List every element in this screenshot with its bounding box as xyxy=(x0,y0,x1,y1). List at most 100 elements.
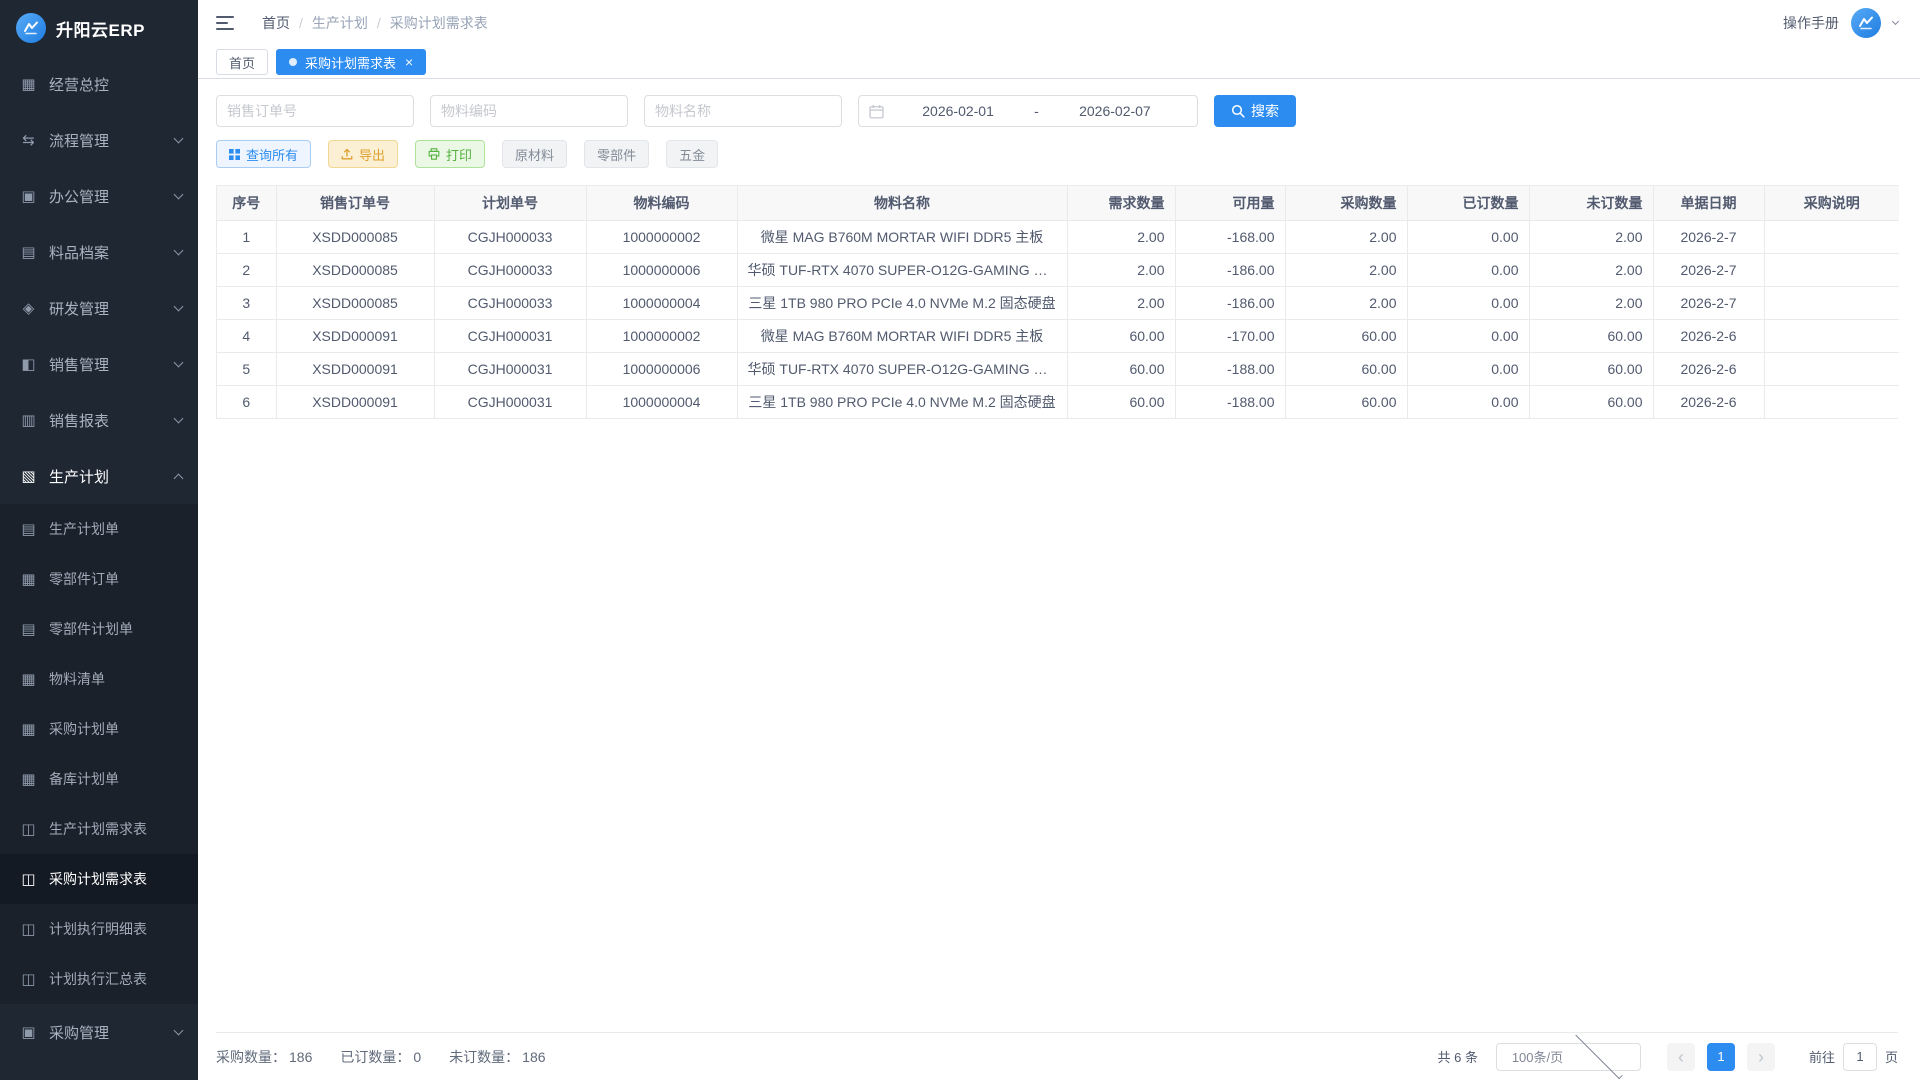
sales-order-input[interactable] xyxy=(216,95,414,127)
next-page-button[interactable]: › xyxy=(1747,1043,1775,1071)
sidebar-subitem-3[interactable]: ▦物料清单 xyxy=(0,654,198,704)
table-cell: -168.00 xyxy=(1175,220,1285,253)
doc-icon: ▤ xyxy=(20,620,37,638)
table-row[interactable]: 5XSDD000091CGJH0000311000000006华硕 TUF-RT… xyxy=(217,352,1899,385)
table-cell: 60.00 xyxy=(1067,319,1175,352)
sidebar-item-3[interactable]: ▤料品档案 xyxy=(0,224,198,280)
sidebar-subitem-2[interactable]: ▤零部件计划单 xyxy=(0,604,198,654)
sidebar-subitem-7[interactable]: ◫采购计划需求表 xyxy=(0,854,198,904)
sidebar-subitem-5[interactable]: ▦备库计划单 xyxy=(0,754,198,804)
sidebar-item-label: 研发管理 xyxy=(49,298,175,319)
sidebar-subitem-label: 计划执行明细表 xyxy=(49,919,182,939)
table-row[interactable]: 2XSDD000085CGJH0000331000000006华硕 TUF-RT… xyxy=(217,253,1899,286)
sidebar-item-label: 料品档案 xyxy=(49,242,175,263)
table-cell: 2 xyxy=(217,253,276,286)
sidebar-item-label: 流程管理 xyxy=(49,130,175,151)
sidebar-item-6[interactable]: ▥销售报表 xyxy=(0,392,198,448)
collapse-sidebar-icon[interactable] xyxy=(216,15,236,31)
table-cell: 60.00 xyxy=(1529,352,1653,385)
export-button[interactable]: 导出 xyxy=(328,140,398,168)
grid-icon xyxy=(229,149,240,160)
sidebar-subitem-9[interactable]: ◫ 计划执行汇总表 xyxy=(0,954,198,1004)
table-row[interactable]: 6XSDD000091CGJH0000311000000004三星 1TB 98… xyxy=(217,385,1899,418)
app-title: 升阳云ERP xyxy=(56,16,145,41)
stat-ordered-qty: 已订数量：0 xyxy=(340,1047,421,1067)
sidebar: 升阳云ERP ▦经营总控⇆流程管理▣办公管理▤料品档案◈研发管理◧销售管理▥销售… xyxy=(0,0,198,1080)
goto-suffix: 页 xyxy=(1885,1047,1898,1066)
table-cell: 0.00 xyxy=(1407,352,1529,385)
date-range-picker[interactable]: 2026-02-01 - 2026-02-07 xyxy=(858,95,1198,127)
breadcrumb-production-plan[interactable]: 生产计划 xyxy=(312,13,368,33)
raw-material-button[interactable]: 原材料 xyxy=(502,140,567,168)
sidebar-subitem-8[interactable]: ◫计划执行明细表 xyxy=(0,904,198,954)
tab-close-icon[interactable]: × xyxy=(405,55,413,69)
material-code-input[interactable] xyxy=(430,95,628,127)
report-icon: ▥ xyxy=(20,411,37,429)
prev-page-button[interactable]: ‹ xyxy=(1667,1043,1695,1071)
table-cell: 2.00 xyxy=(1285,253,1407,286)
tab-label: 首页 xyxy=(229,53,255,72)
user-menu-caret-icon[interactable] xyxy=(1892,17,1899,24)
sidebar-item-1[interactable]: ⇆流程管理 xyxy=(0,112,198,168)
parts-button[interactable]: 零部件 xyxy=(584,140,649,168)
table-cell: -188.00 xyxy=(1175,352,1285,385)
sidebar-subitem-6[interactable]: ◫生产计划需求表 xyxy=(0,804,198,854)
table-cell: 2.00 xyxy=(1529,253,1653,286)
column-header: 需求数量 xyxy=(1067,186,1175,220)
sidebar-subitem-1[interactable]: ▦零部件订单 xyxy=(0,554,198,604)
tab-purchase-plan-demand[interactable]: 采购计划需求表 × xyxy=(276,49,426,75)
stat-unordered-qty: 未订数量：186 xyxy=(449,1047,545,1067)
tab-active-dot xyxy=(289,58,297,66)
sidebar-item-bottom-0[interactable]: ▣采购管理 xyxy=(0,1004,198,1060)
sidebar-item-label: 生产计划 xyxy=(49,466,175,487)
office-icon: ▣ xyxy=(20,187,37,205)
table-cell: 0.00 xyxy=(1407,253,1529,286)
plan-icon: ▧ xyxy=(20,467,37,485)
sidebar-subitem-label: 备库计划单 xyxy=(49,769,182,789)
sidebar-subitem-0[interactable]: ▤生产计划单 xyxy=(0,504,198,554)
current-page[interactable]: 1 xyxy=(1707,1043,1735,1071)
sidebar-item-5[interactable]: ◧销售管理 xyxy=(0,336,198,392)
chevron-down-icon xyxy=(174,133,184,143)
table-row[interactable]: 1XSDD000085CGJH0000331000000002微星 MAG B7… xyxy=(217,220,1899,253)
goto-page-input[interactable] xyxy=(1843,1043,1877,1071)
table-cell: 2026-2-7 xyxy=(1653,286,1764,319)
search-button[interactable]: 搜索 xyxy=(1214,95,1296,127)
button-label: 五金 xyxy=(679,145,705,164)
hardware-button[interactable]: 五金 xyxy=(666,140,718,168)
avatar[interactable] xyxy=(1851,8,1881,38)
breadcrumb-home[interactable]: 首页 xyxy=(262,13,290,33)
table-cell: XSDD000085 xyxy=(276,220,434,253)
query-all-button[interactable]: 查询所有 xyxy=(216,140,311,168)
table-cell: 60.00 xyxy=(1285,385,1407,418)
sidebar-item-0[interactable]: ▦经营总控 xyxy=(0,56,198,112)
sidebar-item-2[interactable]: ▣办公管理 xyxy=(0,168,198,224)
table-cell: 2.00 xyxy=(1067,220,1175,253)
table-cell: CGJH000033 xyxy=(434,286,586,319)
breadcrumb-current: 采购计划需求表 xyxy=(390,13,488,33)
table-cell: 60.00 xyxy=(1529,385,1653,418)
sidebar-item-4[interactable]: ◈研发管理 xyxy=(0,280,198,336)
table-cell: -188.00 xyxy=(1175,385,1285,418)
app-root: 升阳云ERP ▦经营总控⇆流程管理▣办公管理▤料品档案◈研发管理◧销售管理▥销售… xyxy=(0,0,1920,1080)
sidebar-item-7[interactable]: ▧ 生产计划 xyxy=(0,448,198,504)
print-button[interactable]: 打印 xyxy=(415,140,485,168)
table-row[interactable]: 3XSDD000085CGJH0000331000000004三星 1TB 98… xyxy=(217,286,1899,319)
material-name-input[interactable] xyxy=(644,95,842,127)
select-caret-icon xyxy=(1575,1032,1622,1079)
column-header: 采购数量 xyxy=(1285,186,1407,220)
table-cell: 微星 MAG B760M MORTAR WIFI DDR5 主板 xyxy=(737,319,1067,352)
table-cell: 2.00 xyxy=(1067,253,1175,286)
sidebar-item-bottom-1[interactable]: ⚙车间设置 xyxy=(0,1060,198,1080)
purchase-icon: ▣ xyxy=(20,1023,37,1041)
columns-icon: ◫ xyxy=(20,970,37,988)
table-row[interactable]: 4XSDD000091CGJH0000311000000002微星 MAG B7… xyxy=(217,319,1899,352)
page-size-select[interactable]: 100条/页 xyxy=(1496,1043,1641,1071)
column-header: 已订数量 xyxy=(1407,186,1529,220)
tab-home[interactable]: 首页 xyxy=(216,49,268,75)
sidebar-subitem-4[interactable]: ▦采购计划单 xyxy=(0,704,198,754)
table-cell xyxy=(1764,352,1899,385)
manual-link[interactable]: 操作手册 xyxy=(1783,13,1839,33)
sidebar-subitem-label: 计划执行汇总表 xyxy=(49,969,182,989)
table-cell: 60.00 xyxy=(1529,319,1653,352)
